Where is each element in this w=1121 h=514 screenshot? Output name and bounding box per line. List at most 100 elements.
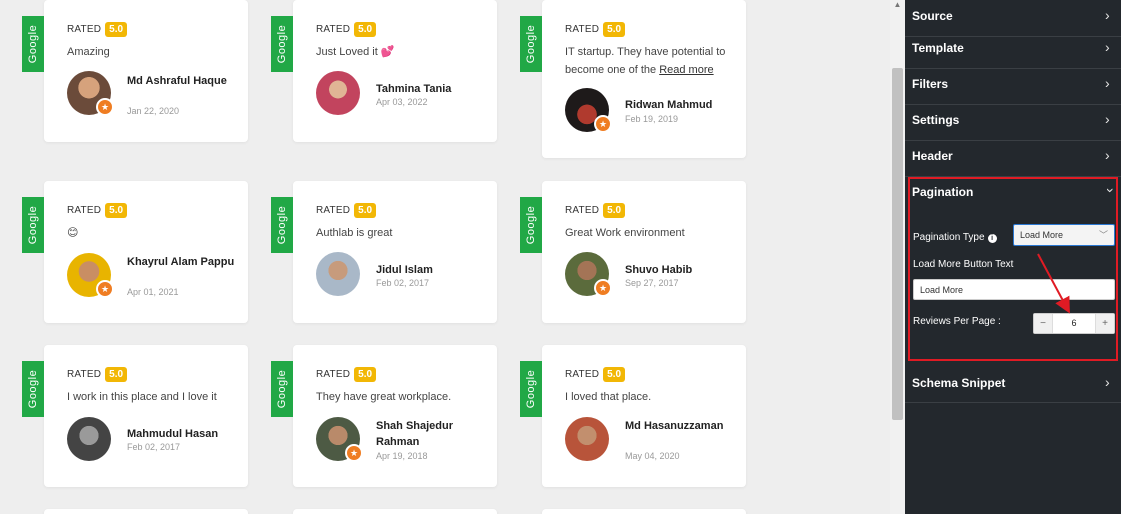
google-badge-icon: ★ [594,279,612,297]
pagination-type-select[interactable]: Load More ﹀ [1013,224,1115,246]
review-card: Google RATED 5.0 Great Work environment ★… [520,181,746,323]
rating-badge: 5.0 [105,367,128,382]
rating: RATED 5.0 [67,203,128,218]
decrement-button[interactable]: − [1034,314,1053,333]
section-header[interactable]: Header › [905,140,1121,177]
google-source-tag: Google [271,361,293,417]
rating-badge: 5.0 [603,22,626,37]
avatar: ★ [67,71,114,116]
rating: RATED 5.0 [67,367,128,382]
section-filters[interactable]: Filters › [905,68,1121,105]
google-badge-icon: ★ [96,280,114,298]
google-source-tag: Google [22,197,44,253]
section-schema-snippet[interactable]: Schema Snippet › [905,366,1121,403]
review-date: Feb 02, 2017 [376,278,430,288]
google-badge-icon: ★ [594,115,612,133]
google-source-tag: Google [271,16,293,72]
review-text: Authlab is great [316,227,393,239]
rating: RATED 5.0 [565,203,626,218]
review-text: They have great workplace. [316,391,452,403]
avatar: ★ [67,253,114,298]
avatar: ★ [316,417,363,462]
google-source-tag: Google [520,197,542,253]
info-icon[interactable]: i [987,234,997,243]
rating-badge: 5.0 [603,367,626,382]
increment-button[interactable]: + [1095,314,1114,333]
rating-badge: 5.0 [354,203,377,218]
review-text: Just Loved it 💕 [316,46,395,58]
reviewer-name: Shuvo Habib [625,264,693,276]
chevron-down-icon: › [1103,188,1119,193]
google-source-tag: Google [271,197,293,253]
chevron-right-icon: › [1105,374,1110,390]
chevron-right-icon: › [1105,39,1110,55]
review-text: I work in this place and I love it [67,391,217,403]
load-more-button-text-label: Load More Button Text [913,259,1014,270]
rating: RATED 5.0 [565,367,626,382]
rating: RATED 5.0 [67,22,128,37]
google-source-tag: Google [520,16,542,72]
pagination-type-label: Pagination Type i [913,232,997,243]
avatar [316,252,360,296]
review-card: Google RATED 5.0 I loved that place. Md H… [520,345,746,487]
google-source-tag: Google [22,361,44,417]
settings-panel: Source › Template › Filters › Settings ›… [905,0,1121,514]
google-source-tag: Google [22,16,44,72]
scroll-up-icon[interactable]: ▲ [893,0,902,10]
rating-badge: 5.0 [354,22,377,37]
review-date: Apr 03, 2022 [376,97,428,107]
rating-badge: 5.0 [354,367,377,382]
reviewer-name: Mahmudul Hasan [127,428,219,440]
avatar: ★ [565,252,612,297]
chevron-right-icon: › [1105,111,1110,127]
rating: RATED 5.0 [316,367,377,382]
review-date: Feb 19, 2019 [625,114,679,124]
review-card [44,509,248,514]
rating: RATED 5.0 [565,22,626,37]
review-date: Sep 27, 2017 [625,278,679,288]
reviewer-name: Tahmina Tania [376,83,452,95]
chevron-right-icon: › [1105,147,1110,163]
avatar [565,417,609,461]
google-badge-icon: ★ [345,444,363,462]
chevron-down-icon: ﹀ [1098,230,1108,240]
reviewer-name: Shah Shajedur Rahman [376,420,454,448]
section-pagination[interactable]: Pagination › [905,176,1121,212]
reviewer-name: Md Ashraful Haque [127,75,227,87]
chevron-right-icon: › [1105,7,1110,23]
reviews-per-page-stepper[interactable]: − 6 + [1033,313,1115,334]
reviews-per-page-label: Reviews Per Page : [913,316,1001,327]
reviewer-name: Khayrul Alam Pappu [127,256,235,268]
google-source-tag: Google [520,361,542,417]
avatar [67,417,111,461]
google-badge-icon: ★ [96,98,114,116]
review-card: Google RATED 5.0 😊 ★ Khayrul Alam Pappu A… [22,181,248,323]
scrollbar-thumb[interactable] [892,68,903,420]
read-more-link[interactable]: Read more [659,64,713,76]
rating: RATED 5.0 [316,22,377,37]
review-card: Google RATED 5.0 Amazing ★ Md Ashraful Ha… [22,0,248,142]
chevron-right-icon: › [1105,75,1110,91]
review-card [542,509,746,514]
review-date: Apr 19, 2018 [376,451,428,461]
review-card: Google RATED 5.0 They have great workplac… [271,345,497,487]
review-date: Feb 02, 2017 [127,442,181,452]
review-text: IT startup. They have potential to becom… [565,46,726,76]
section-template[interactable]: Template › [905,32,1121,69]
section-settings[interactable]: Settings › [905,104,1121,141]
review-date: Apr 01, 2021 [127,287,179,297]
scrollbar[interactable]: ▲ [890,0,905,514]
review-card: Google RATED 5.0 Just Loved it 💕 Tahmina … [271,0,497,142]
review-text: I loved that place. [565,391,652,403]
reviews-grid: Google RATED 5.0 Amazing ★ Md Ashraful Ha… [0,0,890,514]
review-card [293,509,497,514]
reviews-per-page-value[interactable]: 6 [1052,318,1096,328]
avatar: ★ [565,88,612,133]
reviewer-name: Jidul Islam [376,264,433,276]
review-date: Jan 22, 2020 [127,106,180,116]
rating-badge: 5.0 [603,203,626,218]
review-text: 😊 [67,227,79,239]
review-text: Amazing [67,46,110,58]
load-more-button-text-input[interactable]: Load More [913,279,1115,300]
review-card: Google RATED 5.0 I work in this place and… [22,345,248,487]
